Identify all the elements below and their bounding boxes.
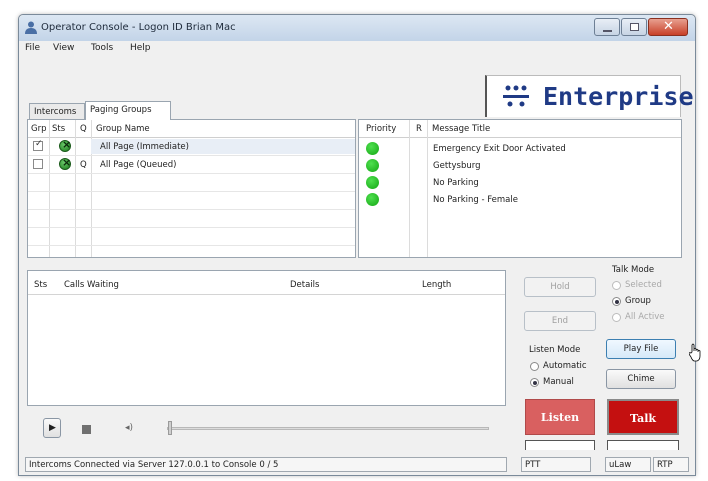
hold-button[interactable]: Hold: [524, 277, 596, 297]
close-icon: ✕: [663, 19, 674, 34]
playback-slider-thumb[interactable]: [168, 421, 172, 435]
message-title[interactable]: Gettysburg: [433, 161, 480, 171]
tab-intercoms-label: Intercoms: [34, 107, 77, 117]
listen-mode-automatic-radio[interactable]: [530, 362, 539, 371]
minimize-button[interactable]: [594, 18, 620, 36]
minimize-icon: [603, 30, 612, 32]
col-header-r[interactable]: R: [416, 124, 422, 134]
priority-icon: [366, 159, 379, 172]
col-header-sts[interactable]: Sts: [34, 280, 47, 290]
people-logo-icon: [503, 85, 529, 107]
menu-view[interactable]: View: [53, 43, 74, 53]
col-divider: [427, 120, 428, 257]
col-header-message-title[interactable]: Message Title: [432, 124, 490, 134]
listen-level-meter: [525, 440, 595, 450]
talk-mode-selected-radio[interactable]: [612, 281, 621, 290]
menu-bar: File View Tools Help: [19, 41, 695, 57]
priority-icon: [366, 193, 379, 206]
play-file-button[interactable]: Play File: [606, 339, 676, 359]
col-divider: [49, 120, 50, 257]
logo-text: Enterprise: [543, 82, 694, 111]
talk-mode-label: Talk Mode: [612, 265, 655, 275]
play-icon: ▶: [49, 423, 56, 433]
row-divider: [28, 209, 355, 210]
operator-console-window: Operator Console - Logon ID Brian Mac ✕ …: [18, 14, 701, 476]
col-header-priority[interactable]: Priority: [366, 124, 396, 134]
tab-paging-groups[interactable]: Paging Groups: [85, 101, 171, 120]
status-protocol: RTP: [653, 457, 689, 472]
chime-button[interactable]: Chime: [606, 369, 676, 389]
talk-mode-group-label: Group: [625, 296, 651, 306]
stop-icon[interactable]: [82, 425, 91, 434]
mouse-cursor-icon: [689, 343, 701, 362]
menu-help[interactable]: Help: [130, 43, 151, 53]
window-title: Operator Console - Logon ID Brian Mac: [41, 22, 236, 33]
status-icon: [59, 156, 71, 170]
talk-button[interactable]: Talk: [607, 399, 679, 435]
listen-mode-manual-label: Manual: [543, 377, 574, 387]
status-ptt: PTT: [521, 457, 591, 472]
col-header-grp[interactable]: Grp: [31, 124, 46, 134]
title-bar: Operator Console - Logon ID Brian Mac ✕: [19, 15, 695, 41]
playback-slider-track[interactable]: [167, 427, 489, 430]
paging-groups-table: Grp Sts Q Group Name All Page (Immediate…: [27, 119, 356, 258]
talk-mode-all-active-radio[interactable]: [612, 313, 621, 322]
col-header-length[interactable]: Length: [422, 280, 451, 290]
menu-tools[interactable]: Tools: [91, 43, 113, 53]
col-header-calls-waiting[interactable]: Calls Waiting: [64, 280, 119, 290]
listen-mode-label: Listen Mode: [529, 345, 581, 355]
tab-intercoms[interactable]: Intercoms: [29, 103, 85, 120]
tab-paging-groups-label: Paging Groups: [90, 105, 152, 115]
messages-table: Priority R Message Title Emergency Exit …: [358, 119, 682, 258]
col-divider: [409, 120, 410, 257]
header-divider: [359, 137, 681, 138]
row-divider: [28, 245, 355, 246]
maximize-button[interactable]: [621, 18, 647, 36]
talk-level-meter: [607, 440, 679, 450]
menu-file[interactable]: File: [25, 43, 40, 53]
listen-mode-automatic-label: Automatic: [543, 361, 587, 371]
maximize-icon: [630, 23, 639, 31]
message-title[interactable]: No Parking - Female: [433, 195, 518, 205]
talk-mode-group-radio[interactable]: [612, 297, 621, 306]
header-divider: [28, 137, 355, 138]
enterprise-logo: Enterprise: [485, 75, 694, 117]
col-header-q[interactable]: Q: [80, 124, 87, 134]
col-header-group-name[interactable]: Group Name: [96, 124, 150, 134]
end-button[interactable]: End: [524, 311, 596, 331]
message-title[interactable]: No Parking: [433, 178, 479, 188]
message-title[interactable]: Emergency Exit Door Activated: [433, 144, 566, 154]
status-icon: [59, 138, 71, 152]
talk-mode-all-active-label: All Active: [625, 312, 665, 322]
close-button[interactable]: ✕: [648, 18, 688, 36]
row-divider: [28, 191, 355, 192]
listen-mode-manual-radio[interactable]: [530, 378, 539, 387]
group-name[interactable]: All Page (Queued): [100, 160, 176, 170]
volume-icon[interactable]: ◂): [125, 423, 133, 433]
talk-mode-selected-label: Selected: [625, 280, 662, 290]
priority-icon: [366, 142, 379, 155]
group-name[interactable]: All Page (Immediate): [100, 142, 189, 152]
group-q-flag: Q: [80, 160, 87, 170]
col-divider: [75, 120, 76, 257]
row-divider: [28, 155, 355, 156]
group-checkbox[interactable]: [33, 159, 43, 169]
header-divider: [28, 294, 505, 295]
user-icon: [25, 21, 37, 34]
priority-icon: [366, 176, 379, 189]
col-header-sts[interactable]: Sts: [52, 124, 65, 134]
calls-waiting-table: Sts Calls Waiting Details Length: [27, 270, 506, 406]
status-message: Intercoms Connected via Server 127.0.0.1…: [25, 457, 507, 472]
play-button[interactable]: ▶: [43, 418, 61, 438]
group-checkbox[interactable]: [33, 139, 43, 151]
row-divider: [28, 173, 355, 174]
listen-button[interactable]: Listen: [525, 399, 595, 435]
status-codec: uLaw: [605, 457, 651, 472]
col-header-details[interactable]: Details: [290, 280, 319, 290]
row-divider: [28, 227, 355, 228]
